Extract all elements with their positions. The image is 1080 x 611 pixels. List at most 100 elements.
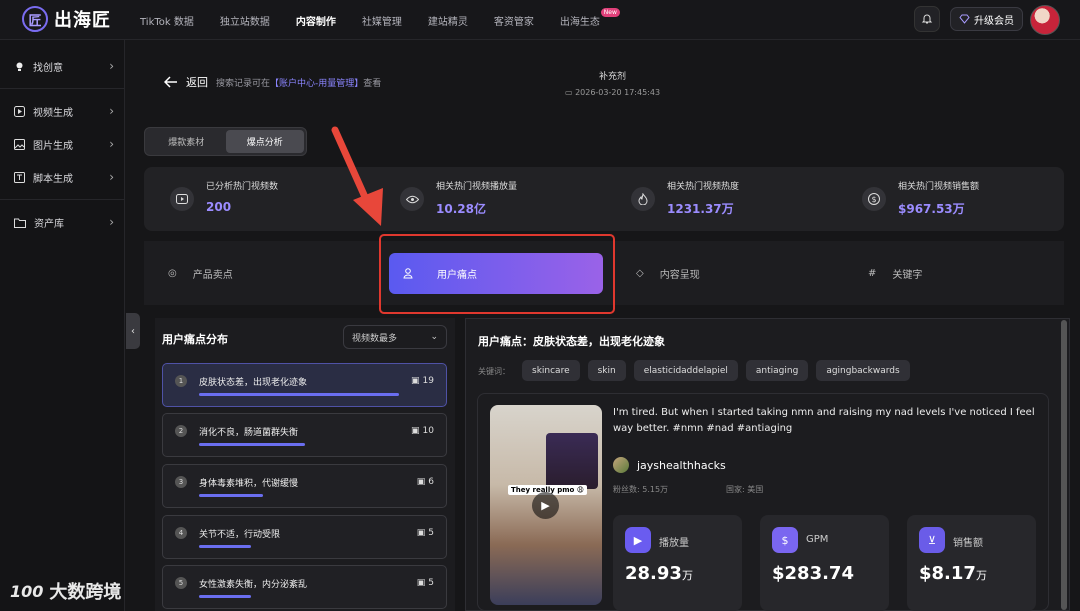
pain-bar <box>199 393 399 396</box>
usage-link[interactable]: 【账户中心-用量管理】 <box>270 79 363 89</box>
detail-title: 用户痛点：皮肤状态差，出现老化迹象 <box>478 335 665 348</box>
sort-select[interactable]: 视频数最多 ⌄ <box>343 325 447 349</box>
pain-rank: 5 <box>175 577 187 589</box>
notification-button[interactable] <box>914 6 940 32</box>
pain-count-value: 10 <box>422 426 434 436</box>
pain-item[interactable]: 4 关节不适，行动受限 ▣ 5 <box>162 515 447 559</box>
stat-value: 200 <box>206 200 232 214</box>
nav-site-data[interactable]: 独立站数据 <box>220 13 270 28</box>
keywords-row: skincare skin elasticidaddelapiel antiag… <box>522 360 910 381</box>
sidebar-item-assets[interactable]: 资产库 › <box>14 212 114 232</box>
pain-rank: 2 <box>175 425 187 437</box>
panel-title: 用户痛点分布 <box>162 333 228 346</box>
video-icon: ▣ <box>416 528 426 538</box>
nav-content[interactable]: 内容制作 <box>296 13 336 28</box>
tab-materials[interactable]: 爆款素材 <box>147 130 226 153</box>
arrow-left-icon[interactable] <box>164 76 178 88</box>
stat-label: 已分析热门视频数 <box>206 182 279 192</box>
metric-value: 28.93万 <box>625 563 693 584</box>
metric-views: ▶ 播放量 28.93万 <box>613 515 742 611</box>
video-icon <box>170 187 194 211</box>
sidebar-divider <box>0 88 125 89</box>
highlight-box <box>379 234 615 314</box>
note-suffix: 查看 <box>363 78 382 89</box>
filter-keywords[interactable]: # 关键字 <box>868 266 922 281</box>
page-date: ▭ 2026-03-20 17:45:43 <box>540 88 685 97</box>
sort-value: 视频数最多 <box>352 333 398 344</box>
pain-bar <box>199 545 251 548</box>
avatar[interactable] <box>1030 5 1060 35</box>
sidebar-item-video[interactable]: 视频生成 › <box>14 101 114 121</box>
sidebar-item-script[interactable]: 脚本生成 › <box>14 167 114 187</box>
metric-number: $283.74 <box>772 563 854 584</box>
pain-item[interactable]: 5 女性激素失衡，内分泌紊乱 ▣ 5 <box>162 565 447 609</box>
diamond-icon <box>959 14 970 24</box>
nav-ecosystem[interactable]: 出海生态 New <box>560 7 620 28</box>
logo-text: 出海匠 <box>54 10 111 31</box>
bell-icon <box>921 14 933 24</box>
nav-social[interactable]: 社媒管理 <box>362 13 402 28</box>
search-title-block: 补充剂 ▭ 2026-03-20 17:45:43 <box>540 69 685 97</box>
nav-crm[interactable]: 客资管家 <box>494 13 534 28</box>
page-title: 补充剂 <box>598 72 626 82</box>
stat-heat: 相关热门视频热度 1231.37万 <box>631 179 739 217</box>
stat-value: 10.28亿 <box>436 202 486 216</box>
author-row[interactable]: jayshealthhacks <box>613 457 726 473</box>
note-prefix: 搜索记录可在 <box>216 78 271 89</box>
filter-content[interactable]: ◇ 内容呈现 <box>636 266 700 281</box>
keyword-tag[interactable]: agingbackwards <box>816 360 910 381</box>
nav-tiktok[interactable]: TikTok 数据 <box>140 13 194 28</box>
tab-analysis[interactable]: 爆点分析 <box>225 130 304 153</box>
sidebar-item-ideas[interactable]: 找创意 › <box>14 56 114 76</box>
sidebar-divider <box>0 199 125 200</box>
back-button[interactable]: 返回 <box>186 74 208 90</box>
annotation-arrow <box>331 126 383 226</box>
pain-item[interactable]: 3 身体毒素堆积，代谢缓慢 ▣ 6 <box>162 464 447 508</box>
pain-count-value: 6 <box>428 477 434 487</box>
author-avatar <box>613 457 629 473</box>
pain-item[interactable]: 2 消化不良，肠道菌群失衡 ▣ 10 <box>162 413 447 457</box>
pain-text: 身体毒素堆积，代谢缓慢 <box>199 479 299 489</box>
upgrade-button[interactable]: 升级会员 <box>950 7 1023 31</box>
metric-gpm: $ GPM $283.74 <box>760 515 889 611</box>
logo[interactable]: 匠 出海匠 <box>22 6 111 32</box>
chevron-left-icon: ‹ <box>131 325 135 337</box>
play-icon[interactable]: ▶ <box>532 492 559 519</box>
fans-count: 粉丝数: 5.15万 <box>613 485 669 494</box>
pain-text: 消化不良，肠道菌群失衡 <box>199 428 299 438</box>
sidebar-item-image[interactable]: 图片生成 › <box>14 134 114 154</box>
money-icon: $ <box>772 527 798 553</box>
pain-rank: 3 <box>175 476 187 488</box>
metric-label: 播放量 <box>659 538 689 549</box>
stat-label: 相关热门视频播放量 <box>436 182 518 192</box>
chevron-right-icon: › <box>109 59 114 73</box>
chevron-down-icon: ⌄ <box>430 332 438 342</box>
keyword-tag[interactable]: elasticidaddelapiel <box>633 360 738 381</box>
tag-icon: ◇ <box>636 268 644 279</box>
logo-icon: 匠 <box>22 6 48 32</box>
pain-item[interactable]: 1 皮肤状态差，出现老化迹象 ▣ 19 <box>162 363 447 407</box>
new-badge: New <box>600 7 620 17</box>
keyword-tag[interactable]: skincare <box>522 360 580 381</box>
keyword-tag[interactable]: antiaging <box>745 360 809 381</box>
filter-selling-points[interactable]: ◎ 产品卖点 <box>168 266 233 281</box>
stat-label: 相关热门视频销售额 <box>898 182 980 192</box>
fire-icon <box>631 187 655 211</box>
keyword-tag[interactable]: skin <box>587 360 626 381</box>
pain-rank: 1 <box>175 375 187 387</box>
script-icon <box>14 171 25 183</box>
pain-rank: 4 <box>175 527 187 539</box>
collapse-sidebar-button[interactable]: ‹ <box>126 313 140 349</box>
video-icon <box>14 105 25 117</box>
nav-site-builder[interactable]: 建站精灵 <box>428 13 468 28</box>
metric-unit: 万 <box>975 569 987 582</box>
pain-count: ▣ 19 <box>411 376 434 386</box>
pain-count-value: 19 <box>422 376 434 386</box>
watermark: 100 大数跨境 <box>10 578 121 604</box>
bulb-icon: ◎ <box>168 268 177 279</box>
stats-bar: 已分析热门视频数 200 相关热门视频播放量 10.28亿 相关热门视频热度 1231… <box>144 167 1064 231</box>
detail-scrollbar[interactable] <box>1061 320 1067 610</box>
usage-note: 搜索记录可在【账户中心-用量管理】查看 <box>216 76 381 89</box>
thumbnail-inset <box>546 433 598 489</box>
stat-sales: $ 相关热门视频销售额 $967.53万 <box>862 179 979 217</box>
